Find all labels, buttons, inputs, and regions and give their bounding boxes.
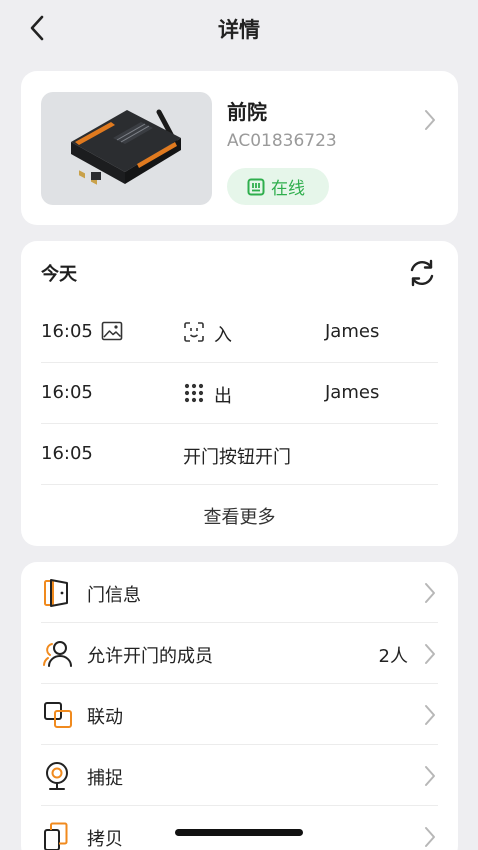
event-time: 16:05	[41, 443, 93, 464]
member-count: 2人	[378, 646, 408, 667]
face-icon	[184, 322, 204, 342]
menu-item-capture[interactable]: 捕捉	[41, 745, 438, 806]
device-online-icon	[247, 178, 265, 195]
linkage-icon	[44, 702, 72, 728]
copy-icon	[44, 822, 68, 850]
device-id: AC01836723	[227, 131, 337, 151]
image-icon[interactable]	[101, 320, 123, 342]
header: 详情	[0, 0, 478, 58]
menu-item-label: 联动	[87, 707, 123, 728]
chevron-right-icon	[425, 644, 435, 664]
menu-item-label: 门信息	[87, 585, 141, 606]
menu-item-label: 允许开门的成员	[87, 646, 213, 667]
chevron-right-icon	[425, 827, 435, 847]
event-time: 16:05	[41, 321, 93, 342]
menu-item-allowed-members[interactable]: 允许开门的成员 2人	[41, 623, 438, 684]
members-icon	[43, 641, 72, 667]
menu-item-label: 拷贝	[87, 829, 123, 850]
event-person: James	[325, 382, 380, 403]
chevron-right-icon	[425, 766, 435, 786]
device-image	[41, 92, 212, 205]
device-card[interactable]: 前院 AC01836723 在线	[21, 71, 458, 225]
settings-menu-card: 门信息 允许开门的成员 2人 联动 捕捉 拷贝	[21, 562, 458, 850]
menu-item-linkage[interactable]: 联动	[41, 684, 438, 745]
status-text: 在线	[271, 179, 305, 199]
status-badge: 在线	[227, 168, 329, 205]
menu-item-copy[interactable]: 拷贝	[41, 806, 438, 850]
home-indicator	[175, 829, 303, 836]
menu-item-label: 捕捉	[87, 768, 123, 789]
menu-item-door-info[interactable]: 门信息	[41, 562, 438, 623]
door-icon	[44, 579, 68, 607]
event-description: 开门按钮开门	[183, 447, 291, 468]
event-direction: 出	[214, 386, 232, 407]
chevron-right-icon	[425, 705, 435, 725]
event-time: 16:05	[41, 382, 93, 403]
view-more-link[interactable]: 查看更多	[21, 503, 458, 529]
event-row[interactable]: 16:05 入 James	[41, 302, 438, 363]
refresh-icon[interactable]	[406, 257, 438, 289]
chevron-right-icon	[425, 110, 435, 130]
event-row[interactable]: 16:05 出 James	[41, 363, 438, 424]
keypad-icon	[184, 383, 204, 403]
page-title: 详情	[218, 18, 260, 42]
camera-icon	[46, 762, 68, 790]
chevron-right-icon	[425, 583, 435, 603]
today-events-card: 今天 16:05 入 James 16:05 出 James 16:05 开门按…	[21, 241, 458, 546]
device-name: 前院	[227, 100, 267, 124]
section-title: 今天	[41, 264, 77, 285]
event-row[interactable]: 16:05 开门按钮开门	[41, 424, 438, 485]
event-person: James	[325, 321, 380, 342]
event-direction: 入	[214, 325, 232, 346]
